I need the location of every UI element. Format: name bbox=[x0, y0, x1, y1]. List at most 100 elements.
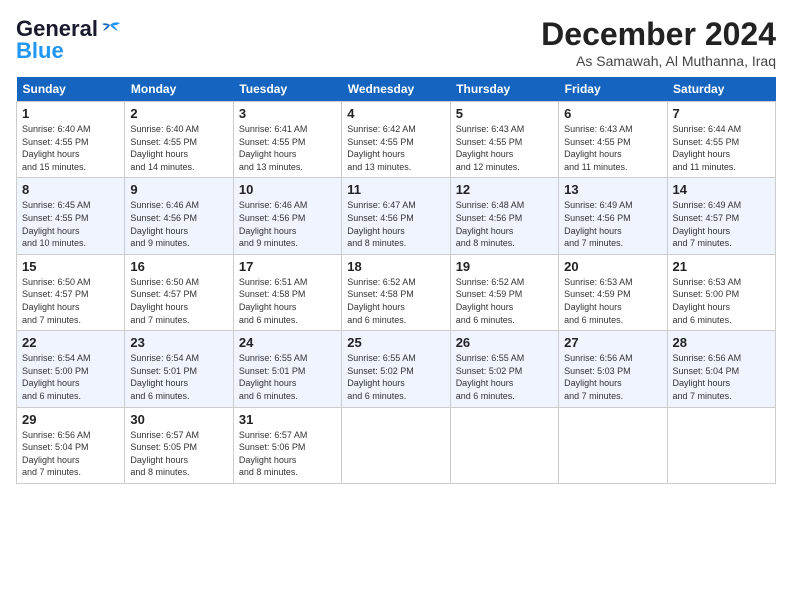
header-row: Sunday Monday Tuesday Wednesday Thursday… bbox=[17, 77, 776, 102]
day-number: 18 bbox=[347, 259, 444, 274]
logo-bird-icon bbox=[100, 21, 120, 37]
day-info: Sunrise: 6:42 AM Sunset: 4:55 PM Dayligh… bbox=[347, 123, 444, 173]
col-wednesday: Wednesday bbox=[342, 77, 450, 102]
day-number: 2 bbox=[130, 106, 227, 121]
day-info: Sunrise: 6:55 AM Sunset: 5:02 PM Dayligh… bbox=[456, 352, 553, 402]
calendar-cell: 6 Sunrise: 6:43 AM Sunset: 4:55 PM Dayli… bbox=[559, 102, 667, 178]
day-number: 21 bbox=[673, 259, 770, 274]
day-number: 14 bbox=[673, 182, 770, 197]
day-info: Sunrise: 6:40 AM Sunset: 4:55 PM Dayligh… bbox=[130, 123, 227, 173]
calendar-table: Sunday Monday Tuesday Wednesday Thursday… bbox=[16, 77, 776, 484]
calendar-cell: 16 Sunrise: 6:50 AM Sunset: 4:57 PM Dayl… bbox=[125, 254, 233, 330]
calendar-cell: 25 Sunrise: 6:55 AM Sunset: 5:02 PM Dayl… bbox=[342, 331, 450, 407]
day-number: 30 bbox=[130, 412, 227, 427]
day-number: 24 bbox=[239, 335, 336, 350]
day-info: Sunrise: 6:56 AM Sunset: 5:03 PM Dayligh… bbox=[564, 352, 661, 402]
day-info: Sunrise: 6:53 AM Sunset: 4:59 PM Dayligh… bbox=[564, 276, 661, 326]
day-number: 25 bbox=[347, 335, 444, 350]
calendar-cell: 24 Sunrise: 6:55 AM Sunset: 5:01 PM Dayl… bbox=[233, 331, 341, 407]
day-number: 1 bbox=[22, 106, 119, 121]
day-number: 16 bbox=[130, 259, 227, 274]
day-info: Sunrise: 6:56 AM Sunset: 5:04 PM Dayligh… bbox=[673, 352, 770, 402]
day-number: 17 bbox=[239, 259, 336, 274]
day-info: Sunrise: 6:56 AM Sunset: 5:04 PM Dayligh… bbox=[22, 429, 119, 479]
calendar-cell: 8 Sunrise: 6:45 AM Sunset: 4:55 PM Dayli… bbox=[17, 178, 125, 254]
day-number: 3 bbox=[239, 106, 336, 121]
day-info: Sunrise: 6:45 AM Sunset: 4:55 PM Dayligh… bbox=[22, 199, 119, 249]
day-number: 11 bbox=[347, 182, 444, 197]
day-number: 6 bbox=[564, 106, 661, 121]
day-info: Sunrise: 6:40 AM Sunset: 4:55 PM Dayligh… bbox=[22, 123, 119, 173]
title-block: December 2024 As Samawah, Al Muthanna, I… bbox=[541, 16, 776, 69]
calendar-week-row: 29 Sunrise: 6:56 AM Sunset: 5:04 PM Dayl… bbox=[17, 407, 776, 483]
calendar-cell: 2 Sunrise: 6:40 AM Sunset: 4:55 PM Dayli… bbox=[125, 102, 233, 178]
calendar-cell: 7 Sunrise: 6:44 AM Sunset: 4:55 PM Dayli… bbox=[667, 102, 775, 178]
calendar-cell: 9 Sunrise: 6:46 AM Sunset: 4:56 PM Dayli… bbox=[125, 178, 233, 254]
col-monday: Monday bbox=[125, 77, 233, 102]
logo: General Blue bbox=[16, 16, 120, 64]
calendar-cell: 21 Sunrise: 6:53 AM Sunset: 5:00 PM Dayl… bbox=[667, 254, 775, 330]
day-number: 9 bbox=[130, 182, 227, 197]
day-number: 7 bbox=[673, 106, 770, 121]
day-info: Sunrise: 6:50 AM Sunset: 4:57 PM Dayligh… bbox=[130, 276, 227, 326]
day-number: 4 bbox=[347, 106, 444, 121]
calendar-cell: 26 Sunrise: 6:55 AM Sunset: 5:02 PM Dayl… bbox=[450, 331, 558, 407]
day-info: Sunrise: 6:43 AM Sunset: 4:55 PM Dayligh… bbox=[456, 123, 553, 173]
calendar-cell: 14 Sunrise: 6:49 AM Sunset: 4:57 PM Dayl… bbox=[667, 178, 775, 254]
calendar-cell: 3 Sunrise: 6:41 AM Sunset: 4:55 PM Dayli… bbox=[233, 102, 341, 178]
day-number: 5 bbox=[456, 106, 553, 121]
calendar-cell: 11 Sunrise: 6:47 AM Sunset: 4:56 PM Dayl… bbox=[342, 178, 450, 254]
logo-blue-text: Blue bbox=[16, 38, 64, 64]
day-number: 31 bbox=[239, 412, 336, 427]
calendar-cell bbox=[667, 407, 775, 483]
calendar-week-row: 1 Sunrise: 6:40 AM Sunset: 4:55 PM Dayli… bbox=[17, 102, 776, 178]
page-header: General Blue December 2024 As Samawah, A… bbox=[16, 16, 776, 69]
month-title: December 2024 bbox=[541, 16, 776, 53]
day-info: Sunrise: 6:51 AM Sunset: 4:58 PM Dayligh… bbox=[239, 276, 336, 326]
day-info: Sunrise: 6:52 AM Sunset: 4:59 PM Dayligh… bbox=[456, 276, 553, 326]
calendar-cell bbox=[342, 407, 450, 483]
day-info: Sunrise: 6:48 AM Sunset: 4:56 PM Dayligh… bbox=[456, 199, 553, 249]
calendar-cell: 17 Sunrise: 6:51 AM Sunset: 4:58 PM Dayl… bbox=[233, 254, 341, 330]
day-number: 13 bbox=[564, 182, 661, 197]
col-friday: Friday bbox=[559, 77, 667, 102]
day-number: 23 bbox=[130, 335, 227, 350]
calendar-cell bbox=[559, 407, 667, 483]
day-number: 8 bbox=[22, 182, 119, 197]
day-info: Sunrise: 6:41 AM Sunset: 4:55 PM Dayligh… bbox=[239, 123, 336, 173]
col-thursday: Thursday bbox=[450, 77, 558, 102]
calendar-cell: 30 Sunrise: 6:57 AM Sunset: 5:05 PM Dayl… bbox=[125, 407, 233, 483]
calendar-cell: 15 Sunrise: 6:50 AM Sunset: 4:57 PM Dayl… bbox=[17, 254, 125, 330]
calendar-cell: 13 Sunrise: 6:49 AM Sunset: 4:56 PM Dayl… bbox=[559, 178, 667, 254]
calendar-cell: 12 Sunrise: 6:48 AM Sunset: 4:56 PM Dayl… bbox=[450, 178, 558, 254]
calendar-cell bbox=[450, 407, 558, 483]
col-sunday: Sunday bbox=[17, 77, 125, 102]
day-number: 29 bbox=[22, 412, 119, 427]
day-info: Sunrise: 6:46 AM Sunset: 4:56 PM Dayligh… bbox=[130, 199, 227, 249]
day-info: Sunrise: 6:43 AM Sunset: 4:55 PM Dayligh… bbox=[564, 123, 661, 173]
day-info: Sunrise: 6:52 AM Sunset: 4:58 PM Dayligh… bbox=[347, 276, 444, 326]
calendar-cell: 19 Sunrise: 6:52 AM Sunset: 4:59 PM Dayl… bbox=[450, 254, 558, 330]
calendar-cell: 4 Sunrise: 6:42 AM Sunset: 4:55 PM Dayli… bbox=[342, 102, 450, 178]
calendar-week-row: 22 Sunrise: 6:54 AM Sunset: 5:00 PM Dayl… bbox=[17, 331, 776, 407]
day-number: 19 bbox=[456, 259, 553, 274]
day-number: 20 bbox=[564, 259, 661, 274]
day-info: Sunrise: 6:53 AM Sunset: 5:00 PM Dayligh… bbox=[673, 276, 770, 326]
calendar-cell: 22 Sunrise: 6:54 AM Sunset: 5:00 PM Dayl… bbox=[17, 331, 125, 407]
calendar-cell: 20 Sunrise: 6:53 AM Sunset: 4:59 PM Dayl… bbox=[559, 254, 667, 330]
calendar-cell: 31 Sunrise: 6:57 AM Sunset: 5:06 PM Dayl… bbox=[233, 407, 341, 483]
day-info: Sunrise: 6:57 AM Sunset: 5:05 PM Dayligh… bbox=[130, 429, 227, 479]
day-info: Sunrise: 6:50 AM Sunset: 4:57 PM Dayligh… bbox=[22, 276, 119, 326]
calendar-cell: 23 Sunrise: 6:54 AM Sunset: 5:01 PM Dayl… bbox=[125, 331, 233, 407]
day-info: Sunrise: 6:54 AM Sunset: 5:00 PM Dayligh… bbox=[22, 352, 119, 402]
day-info: Sunrise: 6:49 AM Sunset: 4:56 PM Dayligh… bbox=[564, 199, 661, 249]
day-info: Sunrise: 6:47 AM Sunset: 4:56 PM Dayligh… bbox=[347, 199, 444, 249]
day-number: 26 bbox=[456, 335, 553, 350]
day-info: Sunrise: 6:55 AM Sunset: 5:01 PM Dayligh… bbox=[239, 352, 336, 402]
day-number: 27 bbox=[564, 335, 661, 350]
calendar-week-row: 8 Sunrise: 6:45 AM Sunset: 4:55 PM Dayli… bbox=[17, 178, 776, 254]
day-number: 15 bbox=[22, 259, 119, 274]
col-tuesday: Tuesday bbox=[233, 77, 341, 102]
calendar-cell: 27 Sunrise: 6:56 AM Sunset: 5:03 PM Dayl… bbox=[559, 331, 667, 407]
calendar-cell: 10 Sunrise: 6:46 AM Sunset: 4:56 PM Dayl… bbox=[233, 178, 341, 254]
